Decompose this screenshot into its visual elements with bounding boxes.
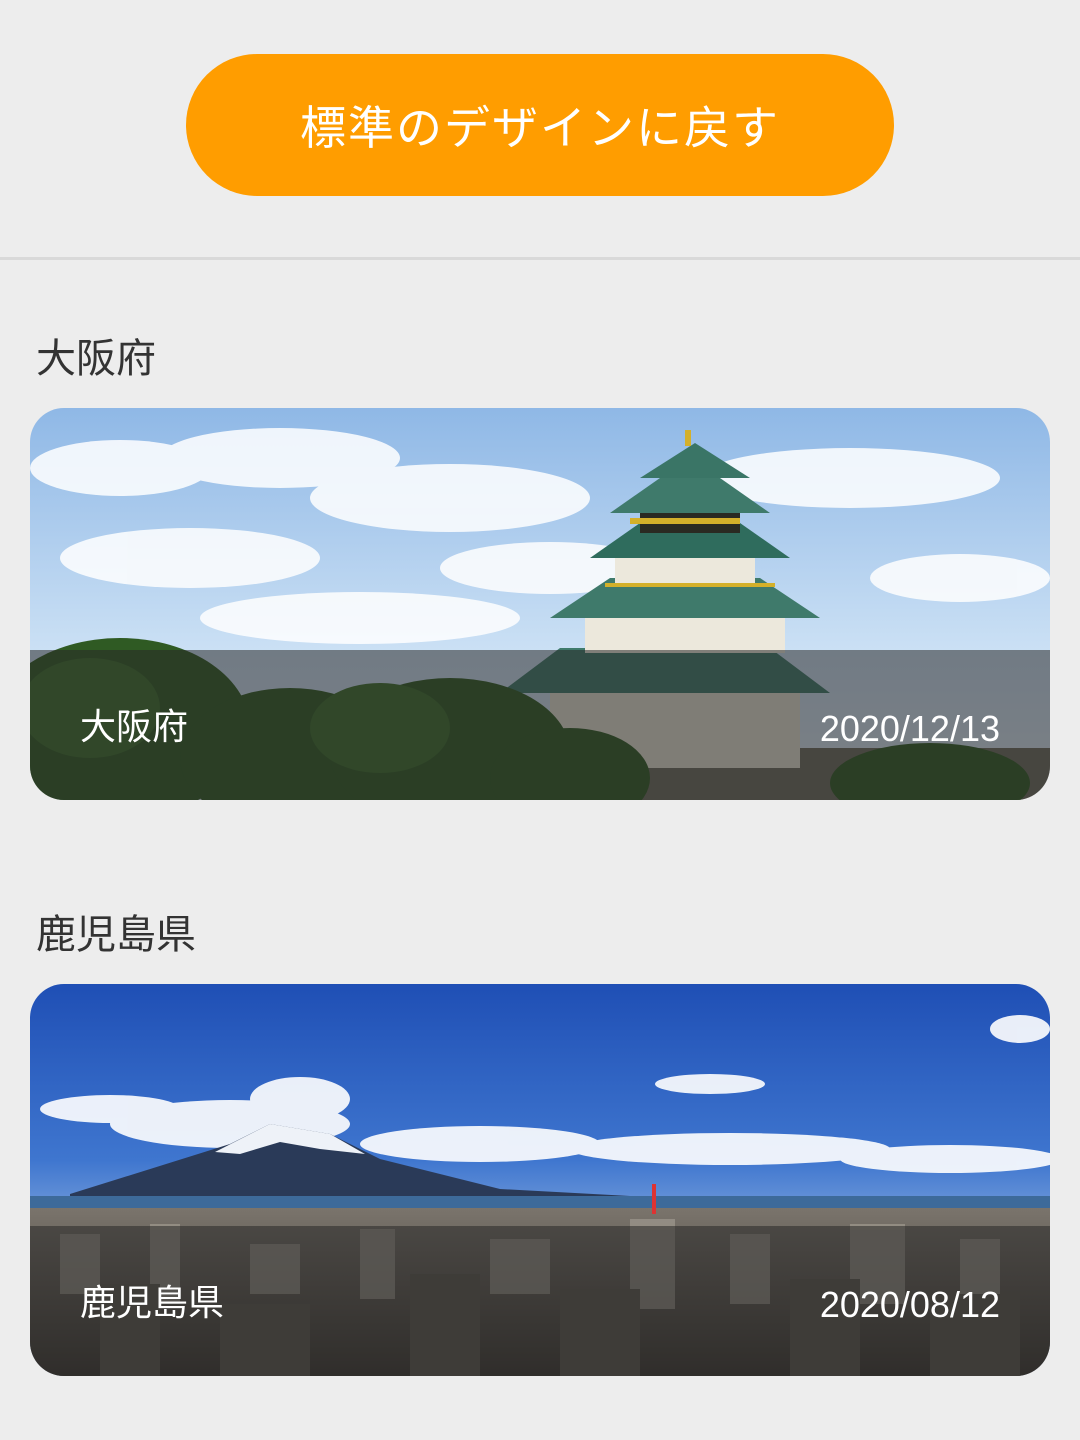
page: 標準のデザインに戻す 大阪府 大阪府 2020/12/13 鹿児島県 鹿児島県 … — [0, 0, 1080, 1440]
card-kagoshima[interactable]: 鹿児島県 2020/08/12 — [30, 984, 1050, 1376]
section-title-kagoshima: 鹿児島県 — [36, 912, 196, 958]
header-area: 標準のデザインに戻す — [0, 0, 1080, 258]
card-label: 大阪府 — [80, 707, 189, 748]
section-title-osaka: 大阪府 — [36, 336, 156, 382]
reset-design-button[interactable]: 標準のデザインに戻す — [186, 54, 894, 196]
card-date: 2020/08/12 — [819, 1284, 1000, 1325]
card-label: 鹿児島県 — [80, 1283, 225, 1324]
card-osaka[interactable]: 大阪府 2020/12/13 — [30, 408, 1050, 800]
divider — [0, 257, 1080, 260]
card-date: 2020/12/13 — [819, 708, 1000, 749]
